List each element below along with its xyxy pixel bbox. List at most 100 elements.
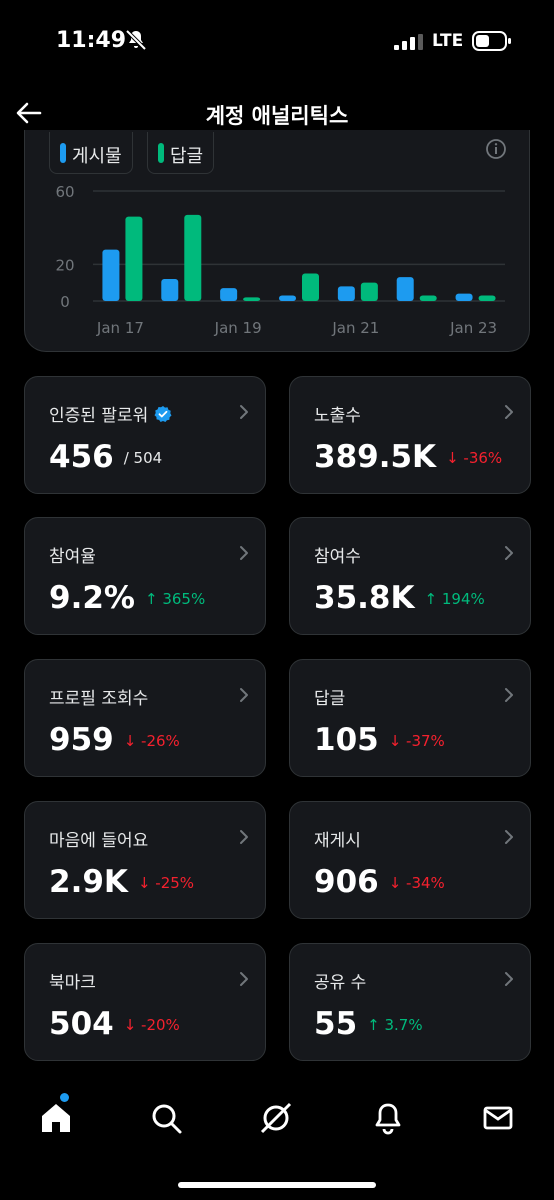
metric-value: 9.2% <box>49 580 135 616</box>
metric-label: 참여수 <box>314 542 361 567</box>
metric-value-row: 456 / 504 <box>49 439 162 475</box>
y-tick-label: 0 <box>60 293 70 311</box>
metric-value: 504 <box>49 1006 114 1042</box>
x-tick-label: Jan 19 <box>214 319 262 337</box>
metric-card[interactable]: 노출수 389.5K ↓ -36% <box>289 376 531 494</box>
metric-card[interactable]: 북마크 504 ↓ -20% <box>24 943 266 1061</box>
metric-label: 프로필 조회수 <box>49 684 148 709</box>
home-notification-dot <box>60 1093 69 1102</box>
metric-card[interactable]: 답글 105 ↓ -37% <box>289 659 531 777</box>
x-tick-label: Jan 21 <box>331 319 379 337</box>
metric-label-text: 참여율 <box>49 547 96 567</box>
metric-label-text: 북마크 <box>49 973 96 993</box>
bar-replies <box>302 273 319 301</box>
metric-label: 참여율 <box>49 542 96 567</box>
metric-label-text: 마음에 들어요 <box>49 831 149 851</box>
bar-chart: 0 20 60 Jan 17 Jan 19 Jan 21 Jan 23 <box>55 183 505 337</box>
metric-label: 북마크 <box>49 968 96 993</box>
metric-label-text: 재게시 <box>314 831 361 851</box>
bar-posts <box>455 293 473 301</box>
metric-value-row: 55 ↑ 3.7% <box>314 1006 423 1042</box>
chevron-right-icon <box>240 546 248 560</box>
metric-label-text: 인증된 팔로워 <box>49 406 149 426</box>
search-icon[interactable] <box>148 1100 184 1136</box>
metric-card[interactable]: 마음에 들어요 2.9K ↓ -25% <box>24 801 266 919</box>
metric-change: ↓ -20% <box>123 1016 180 1034</box>
bar-replies <box>243 297 261 301</box>
metric-value: 35.8K <box>314 580 415 616</box>
bar-replies <box>125 216 143 301</box>
metric-card[interactable]: 참여율 9.2% ↑ 365% <box>24 517 266 635</box>
y-tick-label: 60 <box>55 183 74 201</box>
x-tick-label: Jan 17 <box>96 319 144 337</box>
metric-total: / 504 <box>123 449 163 467</box>
metric-label-text: 공유 수 <box>314 973 367 993</box>
mail-icon[interactable] <box>480 1100 516 1136</box>
bar-posts <box>102 249 120 301</box>
home-indicator <box>178 1182 376 1188</box>
metric-value-row: 906 ↓ -34% <box>314 864 445 900</box>
metric-value-row: 389.5K ↓ -36% <box>314 439 502 475</box>
metric-change: ↑ 194% <box>424 590 485 608</box>
chevron-right-icon <box>240 972 248 986</box>
chart-card: 게시물 답글 0 20 60 Jan 17 Jan 19 Jan 21 Jan 23 <box>24 130 530 352</box>
bar-posts <box>279 295 296 301</box>
metric-label: 노출수 <box>314 401 361 426</box>
bell-muted-icon <box>125 29 147 51</box>
home-icon[interactable] <box>38 1100 74 1136</box>
metric-card[interactable]: 인증된 팔로워 456 / 504 <box>24 376 266 494</box>
status-time: 11:49 <box>56 28 127 53</box>
metric-card[interactable]: 공유 수 55 ↑ 3.7% <box>289 943 531 1061</box>
chevron-right-icon <box>505 546 513 560</box>
bar-replies <box>360 282 378 301</box>
bell-icon[interactable] <box>370 1100 406 1136</box>
metric-card[interactable]: 프로필 조회수 959 ↓ -26% <box>24 659 266 777</box>
metric-label-text: 프로필 조회수 <box>49 689 149 709</box>
metric-value: 959 <box>49 722 114 758</box>
chevron-right-icon <box>240 830 248 844</box>
metric-card[interactable]: 재게시 906 ↓ -34% <box>289 801 531 919</box>
bar-replies <box>184 214 202 301</box>
chevron-right-icon <box>240 688 248 702</box>
metric-change: ↑ 365% <box>144 590 206 608</box>
metric-change: ↓ -25% <box>137 874 195 892</box>
metric-value-row: 504 ↓ -20% <box>49 1006 180 1042</box>
chevron-right-icon <box>505 830 513 844</box>
bar-posts <box>396 277 414 301</box>
metric-label: 마음에 들어요 <box>49 826 148 851</box>
metric-label: 답글 <box>314 684 345 709</box>
bar-posts <box>220 288 238 301</box>
metric-value: 456 <box>49 439 114 475</box>
chevron-right-icon <box>240 405 248 419</box>
metric-change: ↓ -26% <box>123 732 180 750</box>
metric-value: 389.5K <box>314 439 437 475</box>
chevron-right-icon <box>505 688 513 702</box>
x-tick-label: Jan 23 <box>449 319 497 337</box>
metric-label: 공유 수 <box>314 968 366 993</box>
metric-value: 906 <box>314 864 379 900</box>
metric-card[interactable]: 참여수 35.8K ↑ 194% <box>289 517 531 635</box>
metric-value: 55 <box>314 1006 358 1042</box>
verified-badge-icon <box>154 405 172 422</box>
metric-change: ↓ -37% <box>388 732 445 750</box>
metric-label: 인증된 팔로워 <box>49 401 172 426</box>
bar-posts <box>161 279 179 301</box>
metric-value-row: 959 ↓ -26% <box>49 722 180 758</box>
battery-icon <box>472 31 511 51</box>
bar-replies <box>478 295 496 301</box>
bar-posts <box>337 286 355 301</box>
chevron-right-icon <box>505 405 513 419</box>
metric-label-text: 참여수 <box>314 547 361 567</box>
metric-change: ↑ 3.7% <box>367 1016 423 1034</box>
metric-value-row: 2.9K ↓ -25% <box>49 864 194 900</box>
status-bar: 11:49 LTE <box>0 0 554 84</box>
bar-replies <box>419 295 437 301</box>
network-type: LTE <box>432 31 464 51</box>
metric-change: ↓ -34% <box>388 874 445 892</box>
metric-label: 재게시 <box>314 826 361 851</box>
metric-change: ↓ -36% <box>446 449 503 467</box>
metric-value: 2.9K <box>49 864 128 900</box>
y-tick-label: 20 <box>55 256 74 274</box>
metric-value-row: 35.8K ↑ 194% <box>314 580 485 616</box>
grok-icon[interactable] <box>258 1100 294 1136</box>
